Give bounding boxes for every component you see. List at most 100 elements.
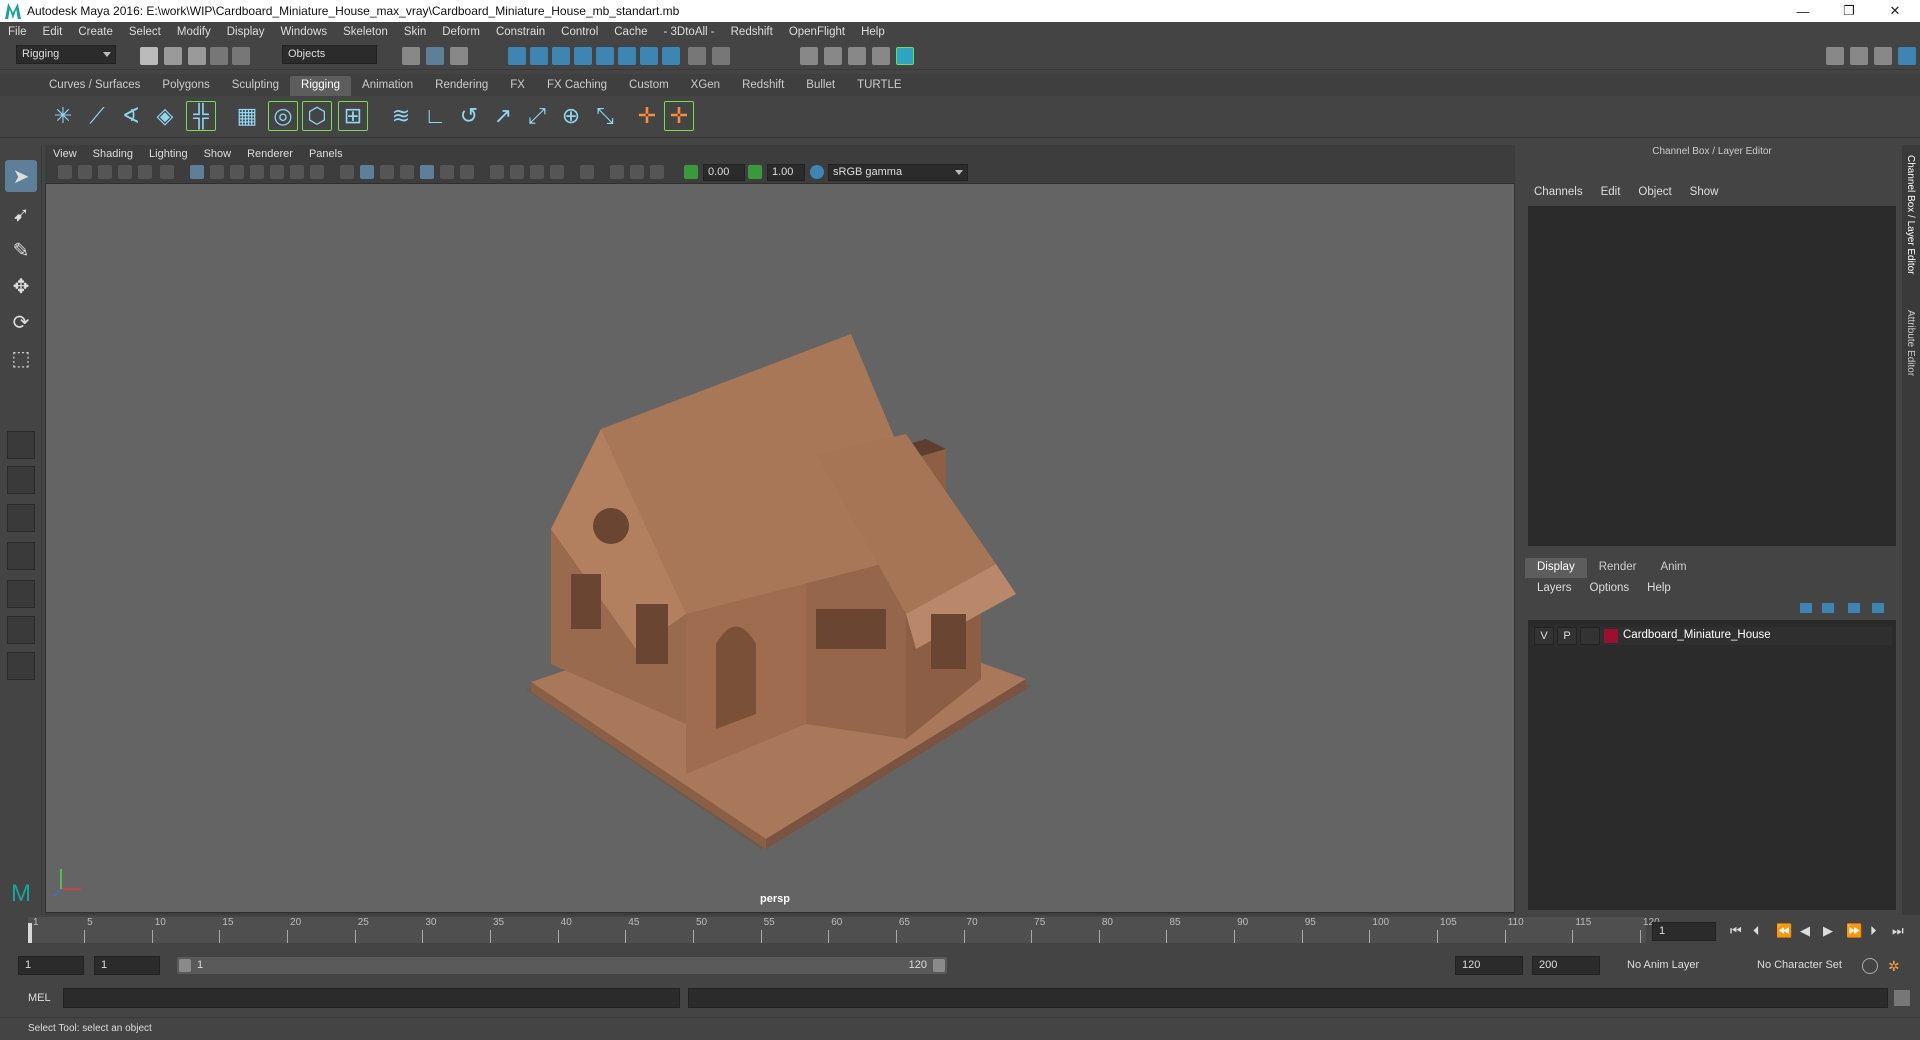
layer-menu-options[interactable]: Options — [1581, 582, 1639, 594]
ambient-occlusion-icon[interactable] — [490, 165, 504, 179]
step-forward-frame-icon[interactable]: ⏵ — [1870, 923, 1877, 939]
parent-constraint-icon[interactable]: ≋ — [386, 101, 416, 131]
lasso-tool-icon[interactable]: ➹ — [5, 198, 37, 230]
tab-animation[interactable]: Animation — [351, 76, 424, 96]
menu-help[interactable]: Help — [853, 26, 893, 38]
viewport-menu-shading[interactable]: Shading — [85, 148, 141, 160]
viewport-menu-renderer[interactable]: Renderer — [239, 148, 301, 160]
viewport-menu-show[interactable]: Show — [196, 148, 240, 160]
color-management-icon[interactable] — [810, 165, 824, 179]
step-back-key-icon[interactable]: ⏪ — [1776, 923, 1792, 939]
image-plane-icon[interactable] — [118, 165, 132, 179]
lattice-icon[interactable]: ◎ — [268, 101, 298, 131]
scale-constraint-icon[interactable]: ↗ — [488, 101, 518, 131]
smooth-shade-icon[interactable] — [360, 165, 374, 179]
current-frame-marker[interactable] — [28, 923, 32, 943]
undo-icon[interactable] — [210, 47, 228, 65]
snap-grid-icon[interactable] — [508, 47, 526, 65]
layer-display-type-toggle[interactable] — [1580, 627, 1600, 645]
script-editor-icon[interactable] — [1894, 990, 1910, 1006]
depth-of-field-icon[interactable] — [550, 165, 564, 179]
exposure-field[interactable]: 0.00 — [703, 164, 745, 181]
ik-spline-handle-icon[interactable]: ∢ — [116, 101, 146, 131]
menu-deform[interactable]: Deform — [434, 26, 488, 38]
shade-wire-icon[interactable] — [380, 165, 394, 179]
redo-icon[interactable] — [232, 47, 250, 65]
motion-blur-icon[interactable] — [510, 165, 524, 179]
render-settings-icon[interactable] — [872, 47, 890, 65]
anti-aliasing-icon[interactable] — [530, 165, 544, 179]
tab-display[interactable]: Display — [1525, 558, 1587, 578]
command-language-label[interactable]: MEL — [28, 992, 51, 1004]
snap-projected-center-icon[interactable] — [574, 47, 592, 65]
default-material-icon[interactable] — [400, 165, 414, 179]
select-tool-icon[interactable]: ➤ — [5, 160, 37, 192]
tab-polygons[interactable]: Polygons — [151, 76, 220, 96]
menu-edit[interactable]: Edit — [35, 26, 71, 38]
menu-3dtoall[interactable]: - 3DtoAll - — [656, 26, 723, 38]
point-constraint-icon[interactable]: ∟ — [420, 101, 450, 131]
aim-constraint-icon[interactable]: ⤢ — [522, 101, 552, 131]
rotate-tool-icon[interactable]: ⟳ — [5, 306, 37, 338]
gate-mask-icon[interactable] — [250, 165, 264, 179]
play-forwards-icon[interactable]: ▶ — [1823, 923, 1833, 939]
tab-rendering[interactable]: Rendering — [424, 76, 499, 96]
xray-components-icon[interactable] — [650, 165, 664, 179]
resolution-gate-icon[interactable] — [230, 165, 244, 179]
move-layer-down-icon[interactable] — [1822, 603, 1834, 613]
layer-playback-toggle[interactable]: P — [1557, 627, 1577, 645]
menu-openflight[interactable]: OpenFlight — [781, 26, 853, 38]
new-empty-layer-icon[interactable] — [1848, 603, 1860, 613]
restore-button[interactable]: ❐ — [1826, 0, 1872, 22]
safe-title-icon[interactable] — [310, 165, 324, 179]
four-view-icon[interactable] — [7, 466, 35, 494]
tab-bullet[interactable]: Bullet — [795, 76, 846, 96]
play-backwards-icon[interactable]: ◀ — [1800, 923, 1810, 939]
field-chart-icon[interactable] — [270, 165, 284, 179]
minimize-button[interactable]: — — [1780, 0, 1826, 22]
tab-turtle[interactable]: TURTLE — [846, 76, 913, 96]
exposure-icon[interactable] — [684, 165, 698, 179]
move-layer-up-icon[interactable] — [1800, 603, 1812, 613]
channel-box-menu-show[interactable]: Show — [1681, 186, 1728, 198]
preferences-icon[interactable]: ✲ — [1888, 958, 1904, 974]
auto-key-icon[interactable] — [1862, 958, 1878, 974]
persp-graph-icon[interactable] — [7, 542, 35, 570]
input-output-icon[interactable] — [712, 47, 730, 65]
menu-display[interactable]: Display — [219, 26, 273, 38]
rig-locator-icon[interactable]: ✛ — [664, 101, 694, 131]
tab-curves-surfaces[interactable]: Curves / Surfaces — [38, 76, 151, 96]
history-icon[interactable] — [640, 47, 658, 65]
gamma-icon[interactable] — [748, 165, 762, 179]
bind-skin-icon[interactable]: ▦ — [232, 101, 262, 131]
step-back-frame-icon[interactable]: ⏴ — [1753, 923, 1760, 939]
new-layer-selected-icon[interactable] — [1872, 603, 1884, 613]
camera-attributes-icon[interactable] — [78, 165, 92, 179]
bookmark-icon[interactable] — [98, 165, 112, 179]
persp-hypershade-icon[interactable] — [7, 580, 35, 608]
move-tool-icon[interactable]: ✥ — [5, 270, 37, 302]
character-set-dropdown[interactable]: No Character Set — [1750, 956, 1872, 975]
menuset-dropdown[interactable]: Rigging — [16, 45, 116, 64]
persp-outliner-icon[interactable] — [7, 504, 35, 532]
menu-skin[interactable]: Skin — [396, 26, 434, 38]
color-space-dropdown[interactable]: sRGB gamma — [828, 164, 968, 181]
playback-start-field[interactable]: 1 — [94, 956, 160, 975]
create-joints-icon[interactable]: ✳ — [48, 101, 78, 131]
layer-menu-help[interactable]: Help — [1638, 582, 1680, 594]
menu-modify[interactable]: Modify — [169, 26, 219, 38]
hypershade-icon[interactable] — [896, 47, 914, 65]
snap-curve-icon[interactable] — [530, 47, 548, 65]
layer-name[interactable]: Cardboard_Miniature_House — [1623, 629, 1771, 641]
shadows-icon[interactable] — [460, 165, 474, 179]
current-frame-field[interactable]: 1 — [1652, 922, 1716, 941]
layout-icon[interactable] — [7, 616, 35, 644]
wireframe-icon[interactable] — [340, 165, 354, 179]
isolate-select-icon[interactable] — [580, 165, 594, 179]
menu-cache[interactable]: Cache — [606, 26, 655, 38]
viewport-menu-view[interactable]: View — [45, 148, 85, 160]
menu-skeleton[interactable]: Skeleton — [335, 26, 396, 38]
playback-end-field[interactable]: 120 — [1455, 956, 1523, 975]
insert-joint-icon[interactable]: ◈ — [150, 101, 180, 131]
menu-select[interactable]: Select — [121, 26, 169, 38]
